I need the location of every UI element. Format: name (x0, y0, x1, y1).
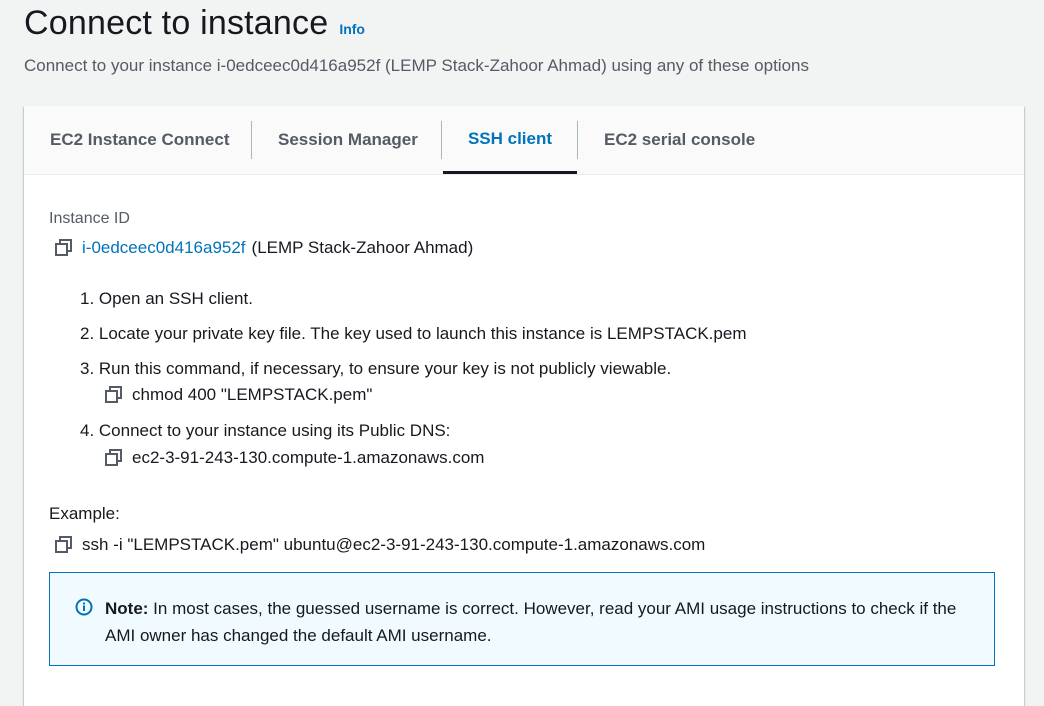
copy-icon[interactable] (54, 238, 74, 258)
info-link[interactable]: Info (339, 21, 365, 37)
note-body: In most cases, the guessed username is c… (105, 599, 957, 645)
note-text: Note: In most cases, the guessed usernam… (105, 595, 965, 649)
instance-id-row: i-0edceec0d416a952f (LEMP Stack-Zahoor A… (54, 238, 473, 258)
public-dns: ec2-3-91-243-130.compute-1.amazonaws.com (132, 448, 485, 467)
public-dns-row: ec2-3-91-243-130.compute-1.amazonaws.com (104, 448, 484, 468)
step-2: 2. Locate your private key file. The key… (80, 324, 747, 343)
copy-icon[interactable] (104, 448, 124, 468)
tab-ec2-serial-console[interactable]: EC2 serial console (604, 106, 755, 174)
step-3: 3. Run this command, if necessary, to en… (80, 359, 672, 378)
example-command: ssh -i "LEMPSTACK.pem" ubuntu@ec2-3-91-2… (82, 535, 706, 554)
chmod-command: chmod 400 "LEMPSTACK.pem" (132, 385, 373, 404)
tab-separator (441, 121, 442, 159)
page-header: Connect to instance Info (24, 4, 365, 43)
example-label: Example: (49, 504, 120, 523)
instance-name: (LEMP Stack-Zahoor Ahmad) (251, 238, 474, 257)
tab-ec2-instance-connect[interactable]: EC2 Instance Connect (50, 106, 230, 174)
tab-session-manager[interactable]: Session Manager (278, 106, 418, 174)
connect-panel: EC2 Instance Connect Session Manager SSH… (24, 106, 1024, 706)
tab-bar: EC2 Instance Connect Session Manager SSH… (24, 106, 1024, 175)
tab-ssh-client[interactable]: SSH client (443, 106, 577, 174)
chmod-command-row: chmod 400 "LEMPSTACK.pem" (104, 385, 372, 405)
copy-icon[interactable] (104, 385, 124, 405)
step-1: 1. Open an SSH client. (80, 289, 253, 308)
note-prefix: Note: (105, 599, 149, 618)
note-alert: Note: In most cases, the guessed usernam… (49, 572, 995, 666)
copy-icon[interactable] (54, 535, 74, 555)
tab-separator (251, 121, 252, 159)
step-4: 4. Connect to your instance using its Pu… (80, 421, 451, 440)
info-circle-icon (75, 598, 93, 616)
instance-id-label: Instance ID (49, 210, 130, 227)
page-title: Connect to instance (24, 4, 329, 42)
tab-separator (577, 121, 578, 159)
instance-id-link[interactable]: i-0edceec0d416a952f (82, 238, 246, 258)
page-subtitle: Connect to your instance i-0edceec0d416a… (24, 56, 809, 75)
example-command-row: ssh -i "LEMPSTACK.pem" ubuntu@ec2-3-91-2… (54, 535, 705, 555)
